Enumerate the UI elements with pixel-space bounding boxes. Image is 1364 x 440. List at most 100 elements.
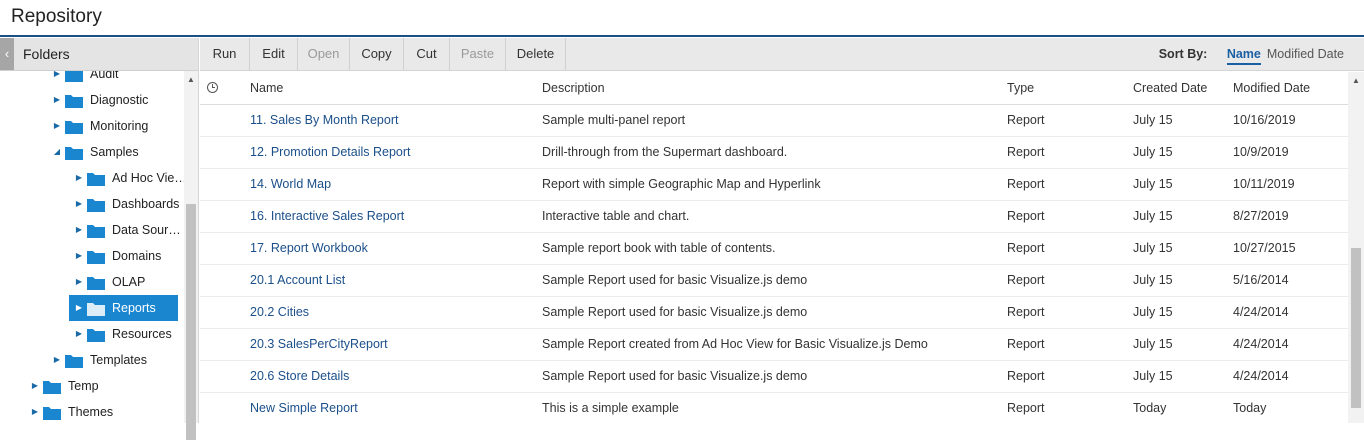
cell-name[interactable]: 17. Report Workbook bbox=[250, 233, 368, 264]
folder-tree-item[interactable]: ▶ OLAP bbox=[74, 271, 184, 293]
cell-description: Sample Report used for basic Visualize.j… bbox=[542, 369, 808, 383]
folder-tree-item[interactable]: ▶ Reports bbox=[69, 295, 184, 321]
folder-icon bbox=[87, 301, 105, 316]
folder-label: Domains bbox=[112, 249, 162, 263]
table-scrollbar[interactable]: ▲ bbox=[1348, 72, 1364, 423]
table-row[interactable]: 20.1 Account List Sample Report used for … bbox=[200, 265, 1348, 297]
folder-tree-item[interactable]: ▶ Audit bbox=[52, 71, 184, 85]
cell-created: July 15 bbox=[1133, 241, 1173, 255]
folder-icon bbox=[65, 353, 83, 368]
expanded-arrow-icon[interactable]: ◢ bbox=[52, 141, 62, 163]
folder-tree-item[interactable]: ▶ Diagnostic bbox=[52, 89, 184, 111]
header-bar: Repository bbox=[0, 0, 1364, 37]
collapsed-arrow-icon[interactable]: ▶ bbox=[52, 71, 62, 85]
cell-type: Report bbox=[1007, 177, 1045, 191]
column-header-modified-date[interactable]: Modified Date bbox=[1233, 72, 1310, 104]
folder-tree-item[interactable]: ▶ Temp bbox=[30, 375, 184, 397]
folder-label: Ad Hoc Vie… bbox=[112, 171, 184, 185]
table-row[interactable]: 14. World Map Report with simple Geograph… bbox=[200, 169, 1348, 201]
cut-button[interactable]: Cut bbox=[404, 38, 450, 70]
open-button[interactable]: Open bbox=[298, 38, 350, 70]
copy-button[interactable]: Copy bbox=[350, 38, 404, 70]
folder-tree-item[interactable]: ▶ Domains bbox=[74, 245, 184, 267]
column-header-name[interactable]: Name bbox=[250, 72, 283, 104]
collapsed-arrow-icon[interactable]: ▶ bbox=[74, 271, 84, 293]
cell-name[interactable]: 20.1 Account List bbox=[250, 265, 345, 296]
cell-description: Sample report book with table of content… bbox=[542, 241, 776, 255]
sort-by: Sort By: Name Modified Date bbox=[1159, 38, 1344, 70]
scrollbar-thumb[interactable] bbox=[186, 204, 196, 440]
cell-description: Report with simple Geographic Map and Hy… bbox=[542, 177, 821, 191]
sort-by-label: Sort By: bbox=[1158, 47, 1208, 61]
collapsed-arrow-icon[interactable]: ▶ bbox=[52, 115, 62, 137]
collapsed-arrow-icon[interactable]: ▶ bbox=[74, 219, 84, 241]
table-row[interactable]: 12. Promotion Details Report Drill-throug… bbox=[200, 137, 1348, 169]
sort-option-modified-date[interactable]: Modified Date bbox=[1267, 47, 1344, 61]
cell-modified: 10/27/2015 bbox=[1233, 241, 1296, 255]
folder-label: Data Sour… bbox=[112, 223, 181, 237]
folder-tree-item[interactable]: ▶ Ad Hoc Vie… bbox=[74, 167, 184, 189]
column-header-type[interactable]: Type bbox=[1007, 72, 1034, 104]
cell-name[interactable]: 14. World Map bbox=[250, 169, 331, 200]
edit-button[interactable]: Edit bbox=[250, 38, 298, 70]
collapsed-arrow-icon[interactable]: ▶ bbox=[30, 401, 40, 423]
folder-icon bbox=[65, 119, 83, 134]
cell-modified: Today bbox=[1233, 401, 1267, 415]
cell-created: July 15 bbox=[1133, 209, 1173, 223]
cell-created: July 15 bbox=[1133, 145, 1173, 159]
cell-name[interactable]: 20.2 Cities bbox=[250, 297, 309, 328]
folder-tree-item[interactable]: ▶ Data Sour… bbox=[74, 219, 184, 241]
folders-panel-title: Folders bbox=[23, 46, 70, 62]
scroll-up-icon[interactable]: ▲ bbox=[184, 75, 198, 84]
collapsed-arrow-icon[interactable]: ▶ bbox=[30, 375, 40, 397]
folder-tree-scrollbar[interactable]: ▲ bbox=[184, 71, 198, 440]
table-row[interactable]: 20.3 SalesPerCityReport Sample Report cre… bbox=[200, 329, 1348, 361]
column-header-description[interactable]: Description bbox=[542, 72, 605, 104]
folder-tree-item[interactable]: ▶ Monitoring bbox=[52, 115, 184, 137]
collapsed-arrow-icon[interactable]: ▶ bbox=[74, 297, 84, 319]
folder-tree-item[interactable]: ▶ Resources bbox=[74, 323, 184, 345]
cell-name[interactable]: 20.3 SalesPerCityReport bbox=[250, 329, 388, 360]
collapsed-arrow-icon[interactable]: ▶ bbox=[52, 89, 62, 111]
folder-tree-item[interactable]: ▶ Themes bbox=[30, 401, 184, 423]
folder-label: Temp bbox=[68, 379, 99, 393]
collapsed-arrow-icon[interactable]: ▶ bbox=[74, 245, 84, 267]
delete-button[interactable]: Delete bbox=[506, 38, 566, 70]
scroll-up-icon[interactable]: ▲ bbox=[1348, 76, 1364, 85]
cell-description: Sample Report used for basic Visualize.j… bbox=[542, 273, 808, 287]
scrollbar-thumb[interactable] bbox=[1351, 248, 1361, 408]
cell-name[interactable]: New Simple Report bbox=[250, 393, 358, 423]
cell-name[interactable]: 16. Interactive Sales Report bbox=[250, 201, 404, 232]
collapsed-arrow-icon[interactable]: ▶ bbox=[74, 193, 84, 215]
folder-tree-item[interactable]: ▶ Dashboards bbox=[74, 193, 184, 215]
table-row[interactable]: 20.2 Cities Sample Report used for basic … bbox=[200, 297, 1348, 329]
clock-icon[interactable] bbox=[207, 82, 218, 93]
table-row[interactable]: 16. Interactive Sales Report Interactive … bbox=[200, 201, 1348, 233]
run-button[interactable]: Run bbox=[200, 38, 250, 70]
cell-modified: 5/16/2014 bbox=[1233, 273, 1289, 287]
folder-label: Audit bbox=[90, 71, 119, 81]
paste-button[interactable]: Paste bbox=[450, 38, 506, 70]
collapsed-arrow-icon[interactable]: ▶ bbox=[74, 323, 84, 345]
collapsed-arrow-icon[interactable]: ▶ bbox=[52, 349, 62, 371]
folder-label: Themes bbox=[68, 405, 114, 419]
sort-option-name[interactable]: Name bbox=[1226, 47, 1261, 65]
folder-label: Dashboards bbox=[112, 197, 180, 211]
chevron-left-icon[interactable]: ‹ bbox=[0, 38, 14, 70]
cell-modified: 8/27/2019 bbox=[1233, 209, 1289, 223]
cell-name[interactable]: 11. Sales By Month Report bbox=[250, 105, 398, 136]
table-row[interactable]: 20.6 Store Details Sample Report used for… bbox=[200, 361, 1348, 393]
cell-description: Interactive table and chart. bbox=[542, 209, 690, 223]
cell-name[interactable]: 20.6 Store Details bbox=[250, 361, 349, 392]
cell-name[interactable]: 12. Promotion Details Report bbox=[250, 137, 411, 168]
cell-created: July 15 bbox=[1133, 113, 1173, 127]
folder-icon bbox=[65, 93, 83, 108]
table-row[interactable]: New Simple Report This is a simple exampl… bbox=[200, 393, 1348, 423]
table-row[interactable]: 17. Report Workbook Sample report book wi… bbox=[200, 233, 1348, 265]
collapsed-arrow-icon[interactable]: ▶ bbox=[74, 167, 84, 189]
table-row[interactable]: 11. Sales By Month Report Sample multi-pa… bbox=[200, 105, 1348, 137]
folder-tree-item[interactable]: ◢ Samples bbox=[52, 141, 184, 163]
column-header-created-date[interactable]: Created Date bbox=[1133, 72, 1207, 104]
folder-tree-item[interactable]: ▶ Templates bbox=[52, 349, 184, 371]
table-header: Name Description Type Created Date Modif… bbox=[200, 72, 1348, 105]
